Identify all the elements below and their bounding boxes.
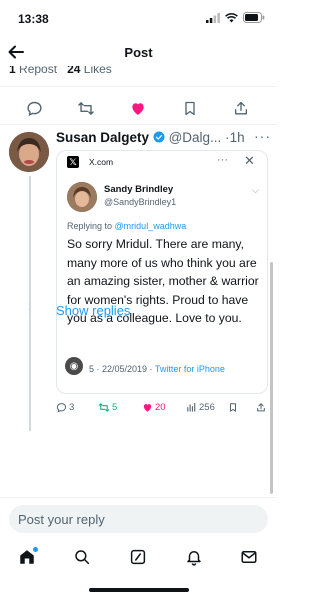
embedded-post-card[interactable]: 𝕏 X.com ··· ✕ Sandy Brindley @SandyBrind…: [56, 150, 268, 394]
likes-count: 24: [67, 66, 81, 76]
embedded-author-handle[interactable]: @SandyBrindley1: [104, 197, 176, 207]
views-count: 256: [199, 402, 215, 413]
status-time: 13:38: [18, 12, 49, 26]
divider: [0, 86, 277, 87]
author-name[interactable]: Susan Dalgety: [56, 130, 149, 145]
reply-button[interactable]: [24, 98, 44, 118]
mention-link[interactable]: @mridul_wadhwa: [115, 221, 187, 231]
reply-repost-button[interactable]: 5: [98, 402, 117, 413]
reply-header: Susan Dalgety @Dalg... ·1h ···: [56, 128, 271, 145]
bell-icon: [187, 551, 201, 566]
reply-icon: [56, 403, 67, 413]
embedded-avatar[interactable]: [67, 182, 97, 212]
repost-button[interactable]: [76, 98, 96, 118]
like-count: 20: [155, 402, 166, 413]
battery-icon: [243, 12, 265, 23]
reply-composer: [0, 497, 277, 540]
views-icon: [187, 402, 196, 412]
embedded-meta: 5 · 22/05/2019 · Twitter for iPhone: [67, 364, 225, 374]
views-button[interactable]: 256: [186, 402, 215, 413]
more-options-button[interactable]: ···: [254, 128, 271, 144]
tab-notifications[interactable]: [183, 546, 205, 568]
tab-home[interactable]: [16, 546, 38, 568]
repost-count: 5: [112, 402, 118, 413]
card-site: X.com: [89, 157, 114, 167]
repost-icon: [78, 101, 94, 115]
divider: [0, 124, 277, 125]
reply-bookmark-button[interactable]: [228, 402, 238, 413]
bookmark-icon: [185, 101, 195, 115]
grok-icon: [130, 549, 146, 565]
post-action-bar: [0, 96, 277, 120]
reply-action-bar: 3 5 20 256: [56, 402, 271, 418]
verified-badge-icon: [153, 131, 165, 143]
signal-icon: [206, 12, 220, 23]
author-handle[interactable]: @Dalg...: [169, 130, 222, 145]
post-stats: 1 Repost 24 Likes: [0, 66, 277, 80]
reply-like-button[interactable]: 20: [142, 402, 166, 413]
share-icon: [257, 403, 265, 412]
reply-icon: [26, 101, 42, 116]
avatar[interactable]: [9, 132, 49, 172]
avatar-image: [9, 132, 49, 172]
card-toolbar: 𝕏 X.com ··· ✕: [57, 151, 267, 173]
reply-reply-button[interactable]: 3: [56, 402, 74, 413]
wifi-icon: [225, 12, 238, 22]
tab-grok[interactable]: [127, 546, 149, 568]
show-replies-link[interactable]: Show replies: [56, 303, 130, 318]
post-time: 1h: [229, 130, 245, 145]
source-link[interactable]: Twitter for iPhone: [155, 364, 225, 374]
reply-count: 3: [69, 402, 75, 413]
reposts-count: 1: [9, 66, 16, 76]
heart-icon: [132, 102, 144, 115]
tab-search[interactable]: [71, 546, 93, 568]
status-icons: [206, 12, 265, 23]
share-button[interactable]: [231, 98, 251, 118]
bookmark-icon: [230, 403, 236, 412]
top-nav: Post: [0, 38, 277, 66]
page-title: Post: [124, 45, 153, 60]
heart-icon: [143, 404, 152, 412]
like-button[interactable]: [128, 98, 148, 118]
reply-input[interactable]: [9, 505, 268, 533]
card-more-button[interactable]: ···: [217, 154, 228, 166]
embedded-avatar-image: [67, 182, 97, 212]
chevron-down-icon[interactable]: ⌵: [252, 185, 259, 196]
reposts-label[interactable]: Repost: [19, 66, 57, 76]
share-icon: [235, 101, 247, 114]
bottom-tab-bar: [0, 540, 277, 574]
thread-dots-icon: [28, 303, 31, 315]
reply-share-button[interactable]: [256, 402, 266, 413]
mail-icon: [241, 551, 257, 563]
tab-messages[interactable]: [238, 546, 260, 568]
replying-to: Replying to @mridul_wadhwa: [67, 221, 186, 231]
status-bar: 13:38: [0, 0, 277, 38]
x-logo-icon: 𝕏: [67, 156, 79, 168]
embedded-meta-time: 5 · 22/05/2019 ·: [89, 364, 153, 374]
scrollbar[interactable]: [270, 262, 273, 494]
embedded-author-name[interactable]: Sandy Brindley: [104, 184, 173, 195]
home-indicator: [89, 588, 189, 592]
replying-prefix: Replying to: [67, 221, 113, 231]
repost-icon: [98, 403, 110, 412]
card-close-button[interactable]: ✕: [244, 153, 255, 169]
search-icon: [75, 550, 90, 565]
bookmark-button[interactable]: [180, 98, 200, 118]
likes-label[interactable]: Likes: [84, 66, 112, 76]
notification-dot: [33, 547, 38, 552]
